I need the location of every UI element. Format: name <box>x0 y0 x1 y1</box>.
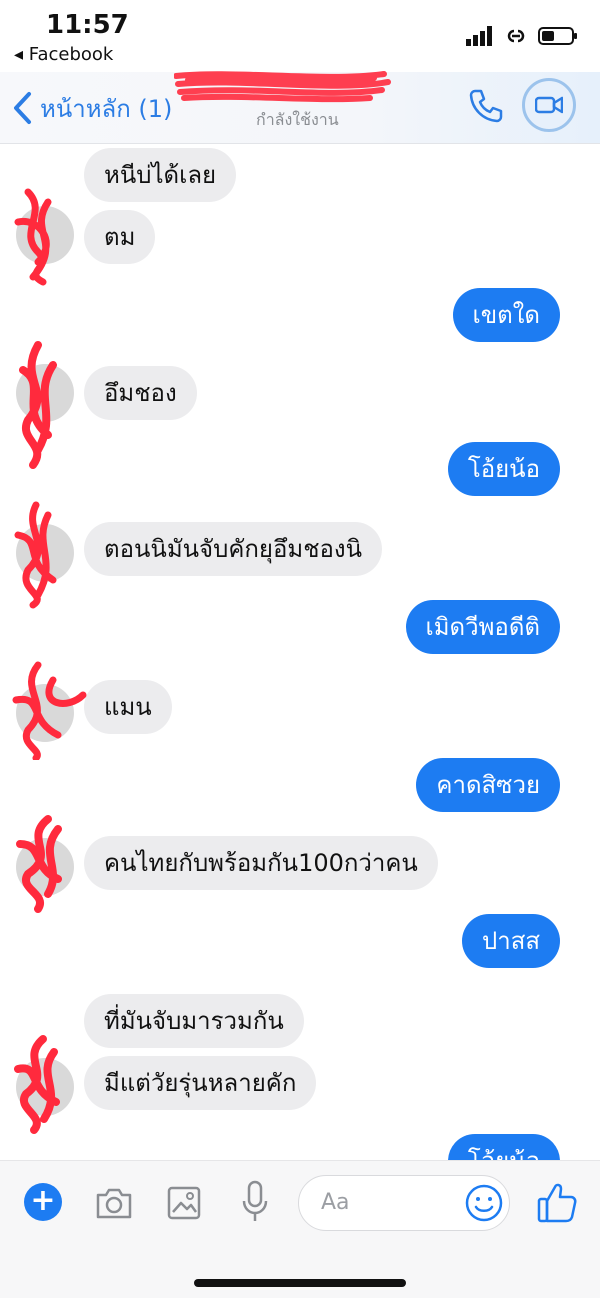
more-options-button[interactable]: + <box>24 1183 62 1221</box>
incoming-message[interactable]: หนีบ่ได้เลย <box>84 148 237 202</box>
like-button[interactable] <box>536 1179 578 1225</box>
back-to-facebook-link[interactable]: ◂ Facebook <box>14 44 113 65</box>
voice-message-button[interactable] <box>240 1179 270 1225</box>
avatar-redaction <box>14 1035 60 1134</box>
incoming-message[interactable]: มีแต่วัยรุ่นหลายคัก <box>84 1056 317 1110</box>
microphone-icon <box>242 1180 268 1221</box>
avatar-redaction <box>14 501 57 609</box>
avatar[interactable] <box>14 501 74 609</box>
incoming-message[interactable]: ตม <box>84 210 156 264</box>
phone-icon <box>469 89 503 123</box>
conversation-header: หน้าหลัก (1) กำลังใช้งาน <box>0 71 600 144</box>
video-camera-icon <box>535 96 563 114</box>
contact-status: กำลังใช้งาน <box>256 110 339 129</box>
avatar[interactable] <box>16 815 74 913</box>
back-label: หน้าหลัก (1) <box>40 94 173 123</box>
status-bar: 11:57 ◂ Facebook <box>0 0 600 72</box>
video-call-button[interactable] <box>522 78 576 132</box>
incoming-message[interactable]: คนไทยกับพร้อมกัน100กว่าคน <box>84 836 438 890</box>
avatar[interactable] <box>12 661 87 760</box>
avatar[interactable] <box>14 1035 74 1134</box>
outgoing-message[interactable]: คาดสิซวย <box>416 758 560 812</box>
outgoing-message[interactable]: เขตใด <box>452 288 560 342</box>
message-list[interactable]: หนีบ่ได้เลย ตม เขตใด อึมชอง โอ้ยน้อ ตอนน… <box>0 144 600 1160</box>
emoji-icon <box>465 1184 503 1222</box>
image-icon <box>167 1186 201 1220</box>
messenger-screen: 11:57 ◂ Facebook หน้าหลัก (1) กำลังใช้งา… <box>0 0 600 1298</box>
composer-bar: + Aa <box>0 1160 600 1298</box>
outgoing-message[interactable]: โอ้ยน้อ <box>447 442 560 496</box>
incoming-message[interactable]: ตอนนิมันจับคักยุอึมชองนิ <box>84 522 383 576</box>
outgoing-message[interactable]: โอ้ยน้อ <box>447 1134 560 1160</box>
camera-button[interactable] <box>94 1183 134 1223</box>
avatar-redaction <box>14 188 52 286</box>
link-icon <box>507 29 525 43</box>
incoming-message[interactable]: อึมชอง <box>84 366 197 420</box>
redaction-scribble <box>174 71 391 103</box>
home-indicator[interactable] <box>194 1279 406 1287</box>
incoming-message[interactable]: แมน <box>84 680 172 734</box>
signal-icon <box>466 26 492 46</box>
camera-icon <box>96 1188 132 1219</box>
outgoing-message[interactable]: ปาสส <box>461 914 560 968</box>
avatar-redaction <box>16 815 62 913</box>
thumbs-up-icon <box>537 1183 577 1223</box>
battery-icon <box>538 27 577 45</box>
outgoing-message[interactable]: เมิดวีพอดีติ <box>405 600 560 654</box>
emoji-button[interactable] <box>464 1183 504 1223</box>
plus-icon: + <box>30 1183 56 1218</box>
gallery-button[interactable] <box>166 1183 202 1223</box>
status-time: 11:57 <box>46 10 129 40</box>
back-button[interactable]: หน้าหลัก (1) <box>12 86 172 130</box>
voice-call-button[interactable] <box>466 86 506 126</box>
contact-name-redacted[interactable] <box>174 71 391 104</box>
chevron-left-icon <box>14 92 31 124</box>
avatar-redaction <box>12 661 87 760</box>
status-icons <box>466 24 578 48</box>
avatar[interactable] <box>16 341 74 469</box>
avatar[interactable] <box>14 188 74 286</box>
incoming-message[interactable]: ที่มันจับมารวมกัน <box>84 994 304 1048</box>
avatar-redaction <box>19 341 57 469</box>
